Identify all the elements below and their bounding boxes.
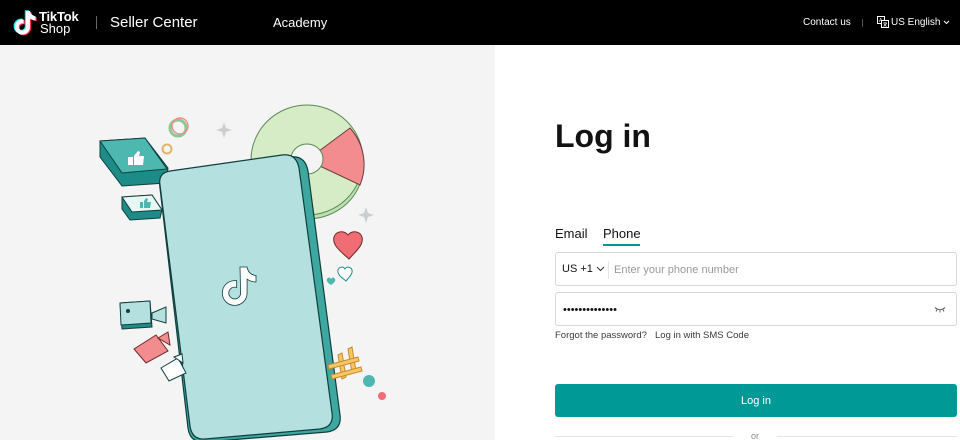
video-camera-icon [133, 331, 171, 364]
dot-decoration [363, 375, 375, 387]
forgot-password-link[interactable]: Forgot the password? [555, 330, 647, 341]
password-field [555, 292, 957, 326]
login-button[interactable]: Log in [555, 384, 957, 417]
hero-illustration-panel [0, 45, 495, 440]
password-input[interactable] [563, 302, 923, 318]
translate-icon: A [877, 16, 889, 28]
field-divider [608, 261, 609, 279]
video-camera-icon [119, 300, 167, 330]
login-title: Log in [555, 118, 651, 154]
hero-illustration [99, 104, 386, 440]
thumbs-up-icon [99, 137, 169, 187]
tab-phone[interactable]: Phone [603, 226, 641, 241]
tiktok-shop-logo[interactable]: TikTok Shop [11, 9, 79, 37]
phone-number-input[interactable] [614, 262, 944, 278]
header-divider-right [862, 19, 863, 27]
country-code-label: US +1 [562, 263, 593, 275]
login-panel: Log in Email Phone US +1 Forgot the pass… [495, 45, 960, 440]
tab-email[interactable]: Email [555, 226, 588, 241]
ring-decoration [161, 143, 173, 155]
seller-center-title[interactable]: Seller Center [110, 14, 198, 31]
header-divider [96, 16, 97, 29]
or-divider-right [777, 436, 957, 437]
language-selector[interactable]: A US English [877, 16, 950, 28]
nav-academy-link[interactable]: Academy [273, 15, 327, 30]
heart-icon [326, 277, 336, 285]
sparkle-icon [216, 122, 232, 138]
sms-login-link[interactable]: Log in with SMS Code [655, 330, 749, 341]
country-code-selector[interactable]: US +1 [562, 263, 605, 275]
or-divider-text: or [751, 431, 760, 440]
language-label: US English [891, 16, 941, 28]
chevron-down-icon [944, 20, 950, 24]
chevron-down-icon [596, 266, 605, 272]
tiktok-logo-icon [13, 10, 37, 36]
brand-wordmark: TikTok Shop [39, 10, 79, 36]
heart-icon [337, 266, 353, 282]
dot-decoration [378, 392, 386, 400]
active-tab-indicator [603, 244, 640, 246]
eye-closed-icon[interactable] [934, 306, 946, 313]
top-navigation-bar: TikTok Shop Seller Center Academy Contac… [0, 0, 960, 45]
brand-shop-text: Shop [40, 21, 71, 36]
heart-icon [333, 231, 363, 260]
thumbs-up-icon [121, 194, 163, 221]
contact-us-link[interactable]: Contact us [803, 17, 851, 28]
or-divider-left [555, 436, 733, 437]
sparkle-icon [358, 207, 374, 223]
phone-field: US +1 [555, 252, 957, 286]
